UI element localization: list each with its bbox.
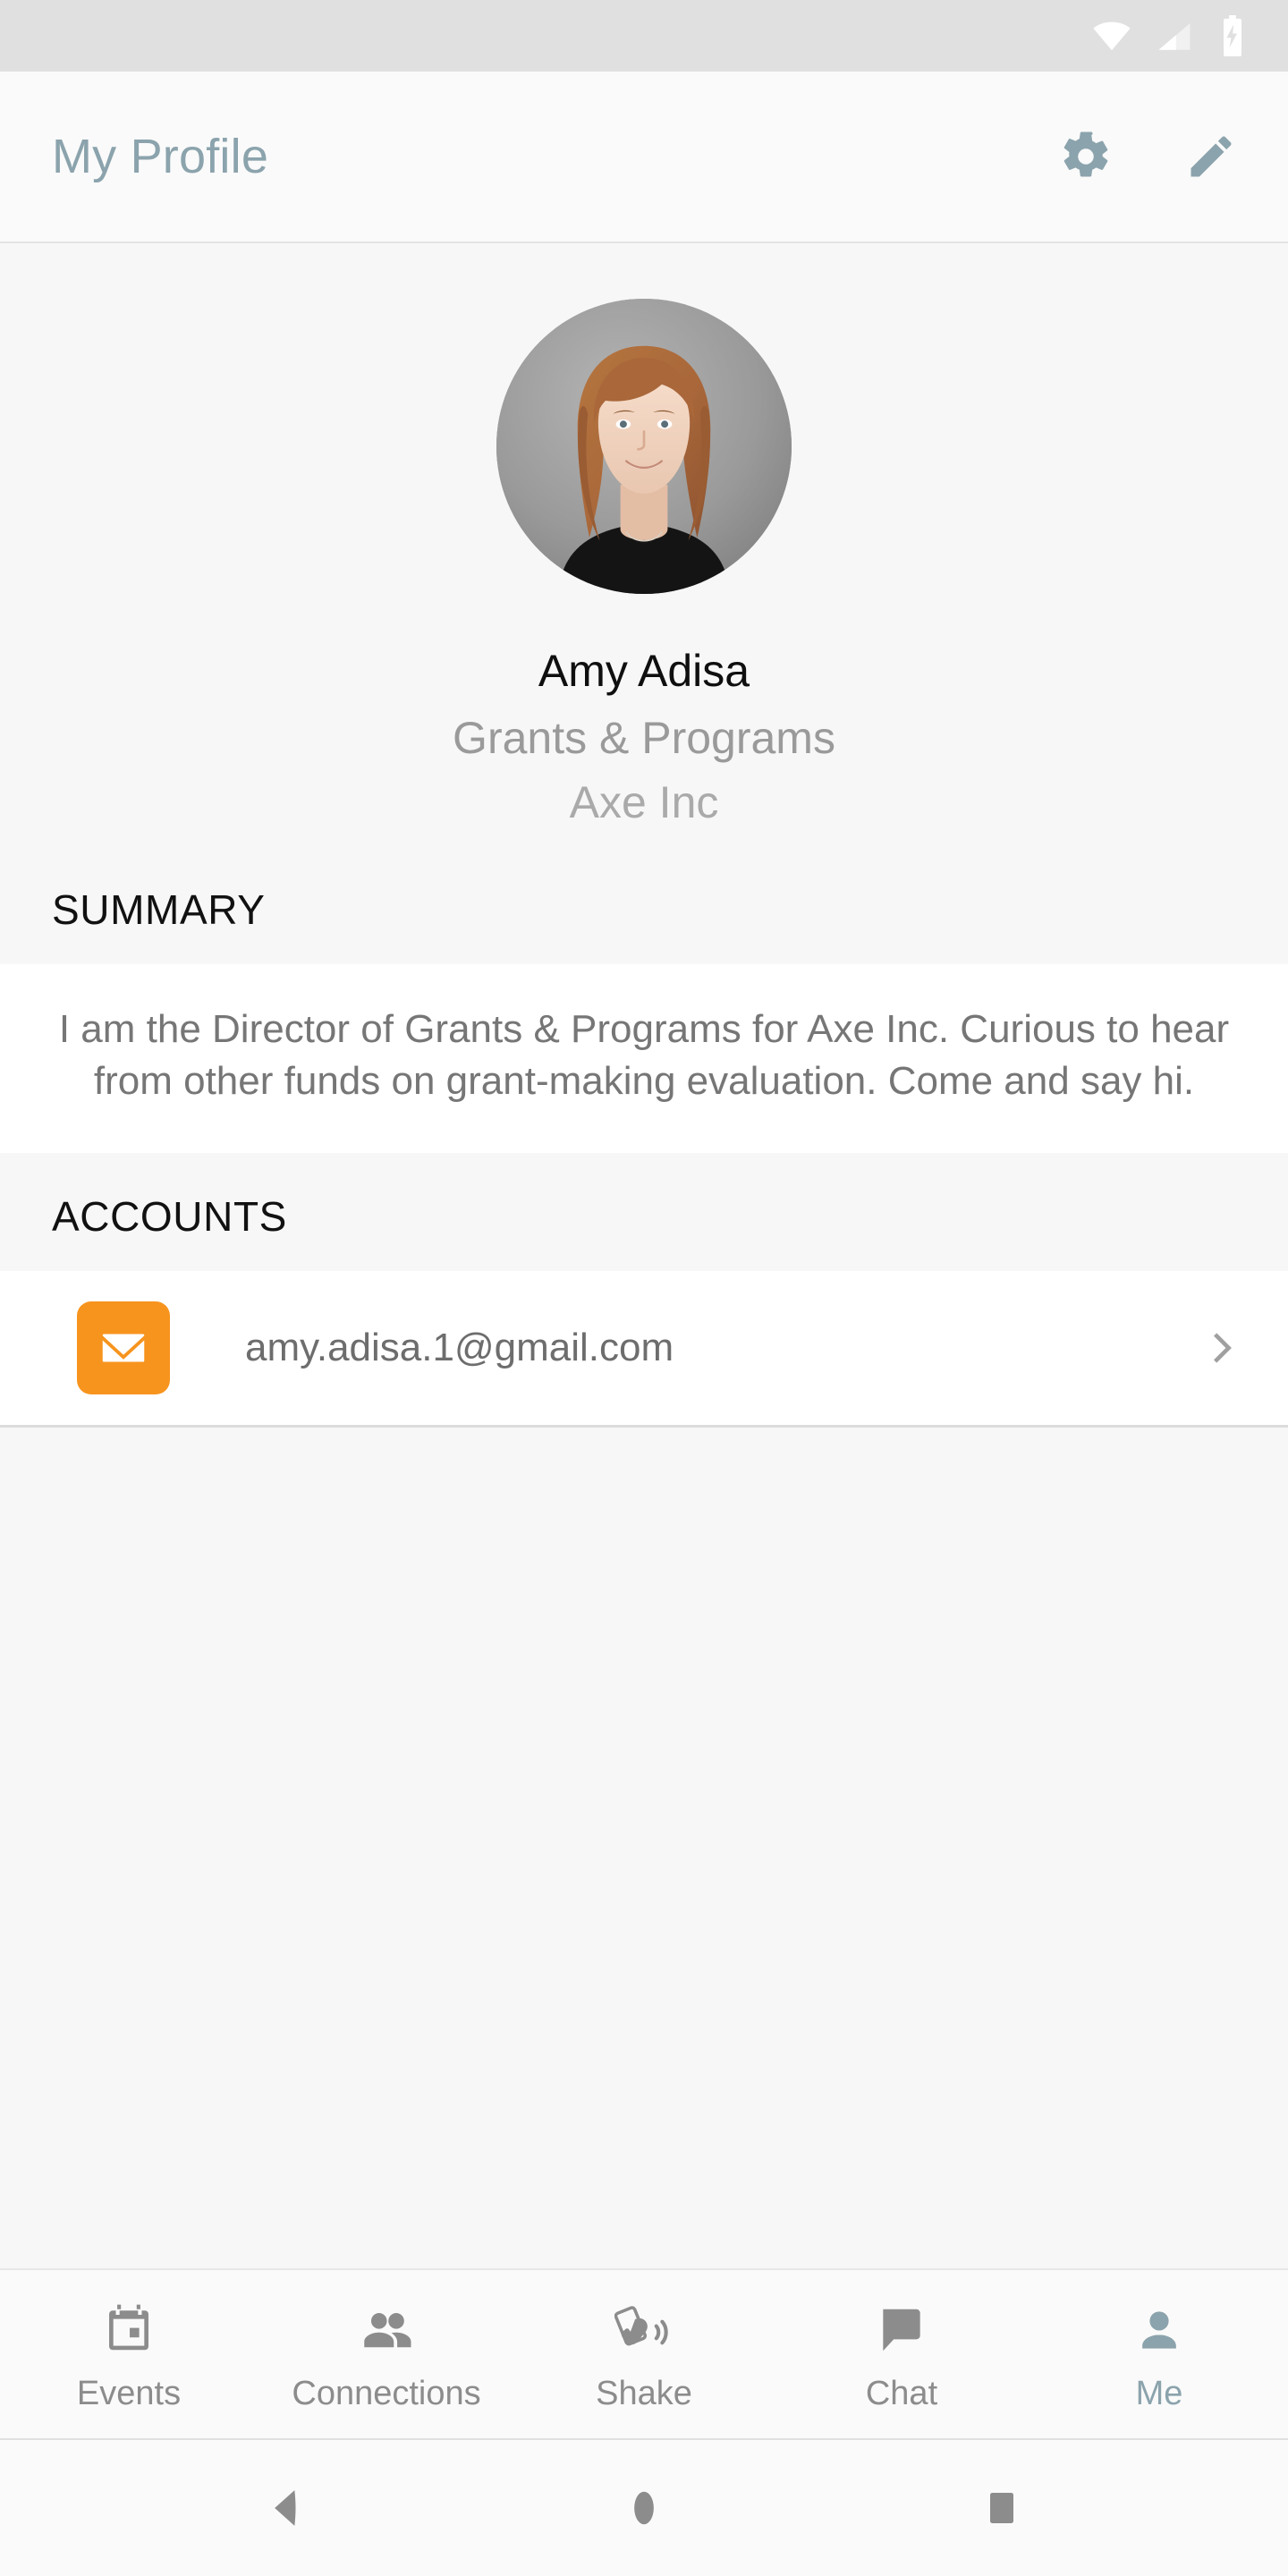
back-triangle-icon [261, 2483, 311, 2533]
system-navigation-bar [0, 2440, 1288, 2576]
home-circle-icon [621, 2485, 667, 2531]
chevron-right-icon [1195, 1327, 1249, 1368]
pencil-icon [1184, 130, 1238, 183]
cellular-signal-icon [1156, 17, 1193, 55]
tab-shake-label: Shake [596, 2375, 692, 2412]
tab-connections-label: Connections [292, 2375, 481, 2412]
profile-role: Grants & Programs [453, 712, 835, 763]
edit-button[interactable] [1174, 119, 1249, 194]
recents-button[interactable] [948, 2454, 1055, 2562]
summary-card: I am the Director of Grants & Programs f… [0, 963, 1288, 1153]
back-button[interactable] [233, 2454, 340, 2562]
tab-me[interactable]: Me [1030, 2270, 1288, 2438]
summary-section-header: SUMMARY [0, 845, 1288, 964]
avatar[interactable] [496, 299, 792, 594]
status-bar [0, 0, 1288, 72]
page-title: My Profile [52, 130, 269, 183]
empty-space [0, 1427, 1288, 2268]
accounts-section-header: ACCOUNTS [0, 1152, 1288, 1271]
profile-photo [496, 299, 792, 594]
home-button[interactable] [590, 2454, 698, 2562]
people-icon [357, 2298, 416, 2362]
email-envelope-icon [77, 1301, 170, 1394]
tab-events-label: Events [76, 2375, 182, 2412]
shake-phone-icon [614, 2298, 674, 2362]
bottom-navigation: Events Connections Shake Chat Me [0, 2268, 1288, 2440]
tab-events[interactable]: Events [0, 2270, 258, 2438]
wifi-icon [1091, 15, 1132, 56]
battery-charging-icon [1216, 15, 1249, 56]
app-bar-actions [1048, 119, 1249, 194]
settings-button[interactable] [1048, 119, 1123, 194]
tab-chat-label: Chat [865, 2375, 938, 2412]
gear-icon [1059, 130, 1113, 183]
speech-bubble-icon [874, 2298, 929, 2362]
tab-connections[interactable]: Connections [258, 2270, 515, 2438]
person-icon [1131, 2298, 1187, 2362]
accounts-card: amy.adisa.1@gmail.com [0, 1270, 1288, 1428]
account-email-label: amy.adisa.1@gmail.com [245, 1325, 674, 1369]
app-bar: My Profile [0, 72, 1288, 243]
account-row[interactable]: amy.adisa.1@gmail.com [0, 1270, 1288, 1428]
tab-chat[interactable]: Chat [773, 2270, 1030, 2438]
phone-screen: My Profile Amy Adisa Grants & Programs A… [0, 0, 1288, 2576]
content-area: Amy Adisa Grants & Programs Axe Inc SUMM… [0, 243, 1288, 2268]
tab-me-label: Me [1135, 2375, 1183, 2412]
tab-shake[interactable]: Shake [515, 2270, 773, 2438]
profile-organization: Axe Inc [569, 777, 719, 827]
calendar-icon [101, 2298, 157, 2362]
profile-header: Amy Adisa Grants & Programs Axe Inc [0, 243, 1288, 846]
profile-name: Amy Adisa [538, 646, 750, 696]
summary-text: I am the Director of Grants & Programs f… [58, 1006, 1230, 1104]
recents-square-icon [980, 2487, 1023, 2529]
